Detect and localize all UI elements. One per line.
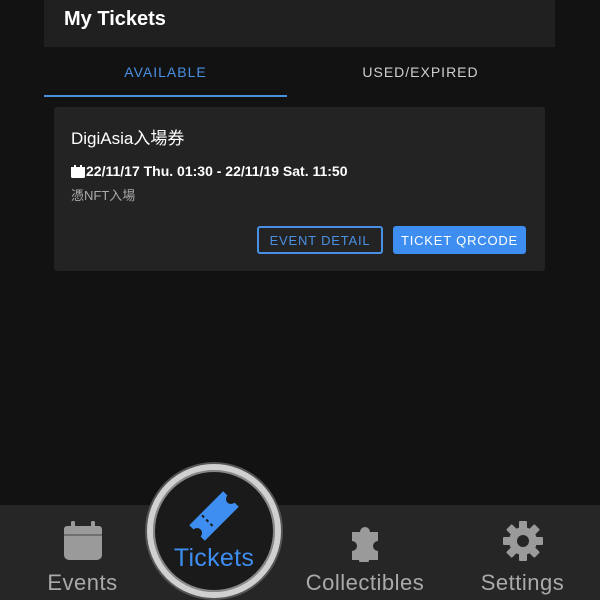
ticket-title: DigiAsia入場券 [71,129,185,148]
bottom-navigation: Events Collectibles Settings [0,505,600,600]
ticket-tabs: AVAILABLE USED/EXPIRED [44,47,555,97]
tab-available[interactable]: AVAILABLE [44,47,287,97]
active-tab-indicator [44,95,287,97]
nav-tickets-label: Tickets [173,543,255,572]
puzzle-icon [352,527,378,562]
calendar-icon [63,521,102,560]
ticket-date-range: 22/11/17 Thu. 01:30 - 22/11/19 Sat. 11:5… [86,163,348,179]
nav-settings[interactable]: Settings [470,520,575,596]
nav-tickets[interactable]: Tickets [147,464,281,598]
ticket-description: 憑NFT入場 [71,188,136,203]
tab-used-expired-label: USED/EXPIRED [362,64,479,80]
nav-collectibles[interactable]: Collectibles [295,520,435,596]
page-title: My Tickets [64,8,166,30]
ticket-icon [189,490,239,541]
nav-settings-label: Settings [480,570,565,595]
ticket-card: DigiAsia入場券 22/11/17 Thu. 01:30 - 22/11/… [54,107,545,271]
app-header: My Tickets [44,0,555,47]
tab-available-label: AVAILABLE [124,64,207,80]
calendar-small-icon [71,164,85,178]
nav-events[interactable]: Events [35,520,130,596]
gear-icon [502,521,543,561]
nav-events-label: Events [47,570,118,595]
event-detail-button[interactable]: EVENT DETAIL [257,226,383,254]
tab-used-expired[interactable]: USED/EXPIRED [299,47,542,97]
nav-collectibles-label: Collectibles [305,570,425,595]
ticket-qrcode-button[interactable]: TICKET QRCODE [393,226,526,254]
ticket-date-row: 22/11/17 Thu. 01:30 - 22/11/19 Sat. 11:5… [71,163,348,179]
